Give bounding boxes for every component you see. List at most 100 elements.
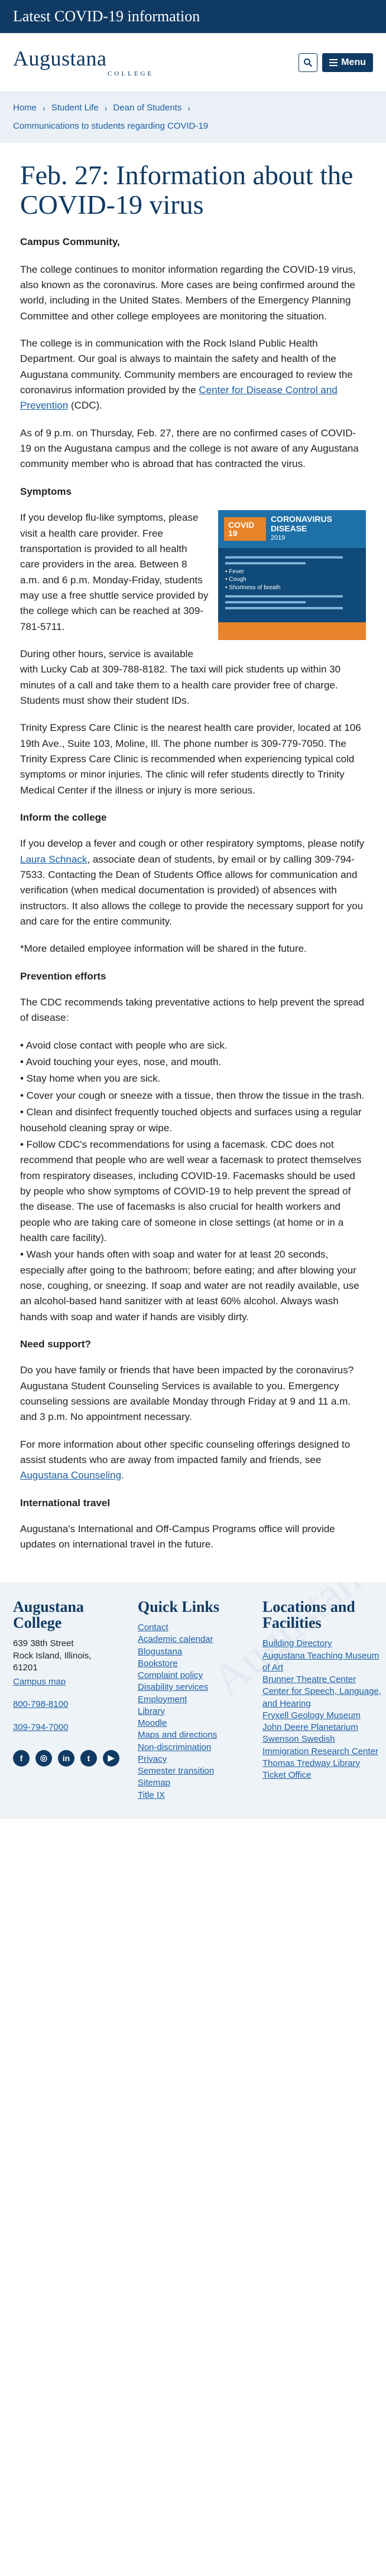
search-button[interactable] <box>299 53 318 72</box>
list-item: • Follow CDC's recommendations for using… <box>20 1138 362 1243</box>
flyer-tag: COVID 19 <box>224 517 266 541</box>
list-item: • Cover your cough or sneeze with a tiss… <box>20 1089 365 1101</box>
address-line: 61201 <box>13 1662 38 1673</box>
footer-link[interactable]: Center for Speech, Language, and Hearing <box>262 1686 384 1710</box>
address-line: 639 38th Street <box>13 1638 74 1649</box>
flyer-headline: CORONAVIRUS DISEASE <box>270 514 332 533</box>
footer-link[interactable]: Brunner Theatre Center <box>262 1674 384 1686</box>
footer-locations-heading: Locations and Facilities <box>262 1598 355 1632</box>
footer-link[interactable]: John Deere Planetarium <box>262 1722 384 1733</box>
support-heading: Need support? <box>20 1338 91 1350</box>
footer-link[interactable]: Ticket Office <box>262 1769 384 1781</box>
search-icon <box>304 58 313 67</box>
footer-link[interactable]: Title IX <box>138 1790 259 1801</box>
footer-link[interactable]: Library <box>138 1706 259 1718</box>
paragraph-employee-note: *More detailed employee information will… <box>20 943 307 955</box>
logo-wordmark: Augustana <box>13 46 107 70</box>
chevron-right-icon: › <box>43 103 46 113</box>
prevention-heading: Prevention efforts <box>20 970 106 982</box>
footer-link[interactable]: Fryxell Geology Museum <box>262 1710 384 1722</box>
list-item: • Stay home when you are sick. <box>20 1073 161 1085</box>
paragraph-status: As of 9 p.m. on Thursday, Feb. 27, there… <box>20 427 359 470</box>
footer-link[interactable]: Bookstore <box>138 1658 259 1670</box>
flyer-item: • Shortness of breath <box>225 584 281 591</box>
travel-heading: International travel <box>20 1497 111 1509</box>
phone-link[interactable]: 800-798-8100 <box>13 1699 134 1710</box>
footer-link[interactable]: Semester transition <box>138 1765 259 1777</box>
page-title: Feb. 27: Information about the COVID-19 … <box>20 160 353 220</box>
chevron-right-icon: › <box>187 103 191 113</box>
footer-link[interactable]: Academic calendar <box>138 1634 259 1645</box>
footer-link[interactable]: Swenson Swedish Immigration Research Cen… <box>262 1733 384 1758</box>
text: (CDC). <box>68 400 102 412</box>
footer-link[interactable]: Blogustana <box>138 1646 259 1658</box>
paragraph-counseling: For more information about other specifi… <box>20 1437 366 1484</box>
site-header: Augustana COLLEGE Menu <box>0 33 386 92</box>
footer-locations: Locations and Facilities Building Direct… <box>262 1599 384 1801</box>
footer-quick-heading: Quick Links <box>138 1598 220 1615</box>
chevron-right-icon: › <box>104 103 108 113</box>
flyer-item: • Cough <box>225 576 246 583</box>
instagram-icon[interactable]: ◎ <box>35 1749 52 1767</box>
augustana-logo[interactable]: Augustana COLLEGE <box>13 48 154 77</box>
inform-heading: Inform the college <box>20 812 107 823</box>
breadcrumb-home[interactable]: Home <box>13 103 37 113</box>
list-item: • Avoid close contact with people who ar… <box>20 1039 228 1051</box>
footer-link[interactable]: Disability services <box>138 1682 259 1693</box>
footer-link[interactable]: Employment <box>138 1694 259 1706</box>
footer-quick-links: Quick Links Contact Academic calendar Bl… <box>138 1598 259 1801</box>
footer-link[interactable]: Augustana Teaching Museum of Art <box>262 1650 384 1674</box>
twitter-icon[interactable]: t <box>80 1749 97 1767</box>
paragraph-travel: Augustana's International and Off-Campus… <box>20 1523 335 1550</box>
article-body: Feb. 27: Information about the COVID-19 … <box>0 161 386 1553</box>
logo-subtitle: COLLEGE <box>108 70 154 77</box>
text: . <box>121 1470 124 1481</box>
phone-link[interactable]: 309-794-7000 <box>13 1722 134 1733</box>
hamburger-icon <box>329 58 338 66</box>
address-line: Rock Island, Illinois, <box>13 1650 92 1661</box>
prevention-list: • Avoid close contact with people who ar… <box>20 1038 366 1325</box>
paragraph-health-department: The college is in communication with the… <box>20 336 366 414</box>
breadcrumb-student-life[interactable]: Student Life <box>51 103 99 113</box>
flyer-item: • Fever <box>225 568 244 575</box>
paragraph-monitoring: The college continues to monitor informa… <box>20 263 356 322</box>
greeting: Campus Community, <box>20 236 120 248</box>
footer-link[interactable]: Sitemap <box>138 1777 259 1789</box>
linkedin-icon[interactable]: in <box>58 1749 74 1767</box>
site-footer: Augustana College Augustana College 639 … <box>0 1582 386 1819</box>
list-item: • Wash your hands often with soap and wa… <box>20 1249 359 1323</box>
augustana-counseling-link[interactable]: Augustana Counseling <box>20 1470 121 1481</box>
paragraph-taxi: During other hours, service is available… <box>20 648 341 706</box>
footer-college: Augustana College 639 38th Street Rock I… <box>13 1599 134 1801</box>
footer-link[interactable]: Maps and directions <box>138 1729 259 1741</box>
breadcrumb-dean-of-students[interactable]: Dean of Students <box>113 103 181 113</box>
breadcrumb: Home › Student Life › Dean of Students ›… <box>0 92 386 143</box>
footer-link[interactable]: Privacy <box>138 1754 259 1765</box>
list-item: • Clean and disinfect frequently touched… <box>20 1106 362 1134</box>
text: If you develop a fever and cough or othe… <box>20 838 365 850</box>
coronavirus-flyer-image: COVID 19 CORONAVIRUS DISEASE 2019 • Feve… <box>218 510 366 641</box>
facebook-icon[interactable]: f <box>13 1749 30 1767</box>
campus-map-link[interactable]: Campus map <box>13 1676 134 1688</box>
menu-label: Menu <box>341 57 366 67</box>
breadcrumb-current[interactable]: Communications to students regarding COV… <box>13 121 373 131</box>
covid-alert-bar: Latest COVID-19 information <box>0 0 386 33</box>
footer-link[interactable]: Contact <box>138 1622 259 1634</box>
footer-link[interactable]: Building Directory <box>262 1638 384 1650</box>
footer-link[interactable]: Non-discrimination <box>138 1742 259 1754</box>
covid-alert-link[interactable]: Latest COVID-19 information <box>13 8 200 25</box>
flyer-year: 2019 <box>270 534 286 541</box>
footer-link[interactable]: Complaint policy <box>138 1670 259 1682</box>
menu-button[interactable]: Menu <box>322 53 373 72</box>
social-links: f ◎ in t ▶ <box>13 1749 134 1767</box>
youtube-icon[interactable]: ▶ <box>103 1749 119 1767</box>
laura-schnack-link[interactable]: Laura Schnack <box>20 854 87 865</box>
list-item: • Avoid touching your eyes, nose, and mo… <box>20 1056 222 1068</box>
footer-link[interactable]: Moodle <box>138 1718 259 1729</box>
flyer-symptom-list: • Fever • Cough • Shortness of breath <box>225 568 359 592</box>
paragraph-clinic: Trinity Express Care Clinic is the neare… <box>20 722 361 796</box>
header-actions: Menu <box>299 53 373 72</box>
footer-link[interactable]: Thomas Tredway Library <box>262 1758 384 1769</box>
text: For more information about other specifi… <box>20 1438 351 1466</box>
footer-college-heading: Augustana College <box>13 1598 84 1632</box>
